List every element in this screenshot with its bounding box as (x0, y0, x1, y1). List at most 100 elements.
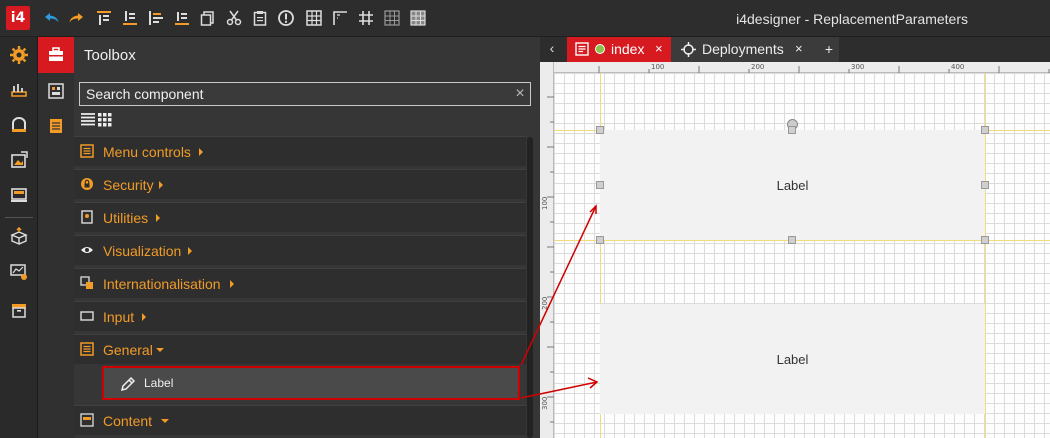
toolbox-item-label[interactable]: Label (102, 366, 520, 400)
close-icon[interactable]: × (795, 41, 803, 56)
device-icon[interactable] (7, 183, 31, 207)
component-label-text: Label (776, 177, 809, 193)
archive-icon[interactable] (7, 298, 31, 322)
resize-handle[interactable] (596, 181, 604, 189)
resize-handle[interactable] (788, 236, 796, 244)
category-label: Input (103, 309, 135, 325)
grid-icon[interactable] (304, 8, 324, 28)
canvas-label-component[interactable]: Label (600, 130, 985, 240)
ruler-left-label: 200 (541, 297, 549, 310)
language-icon (79, 275, 95, 291)
layout-icon[interactable] (44, 79, 68, 103)
cut-icon[interactable] (224, 8, 244, 28)
snap-icon[interactable] (330, 8, 350, 28)
gear-icon[interactable] (7, 43, 31, 67)
grid-dots-icon[interactable] (382, 8, 402, 28)
page-icon (575, 42, 589, 56)
ruler-top-label: 200 (751, 63, 764, 71)
tab-index[interactable]: index × (567, 37, 671, 62)
close-icon[interactable]: × (655, 41, 663, 56)
resize-handle[interactable] (981, 126, 989, 134)
add-tab-button[interactable]: + (819, 37, 839, 62)
document-tabs: ‹ index × Deployments × + (540, 37, 1050, 62)
category-content[interactable]: Content (74, 405, 526, 435)
toolbox-title: Toolbox (84, 47, 136, 64)
copy-icon[interactable] (198, 8, 218, 28)
image-export-icon[interactable] (7, 148, 31, 172)
main-sidebar (0, 37, 38, 438)
ruler-top-label: 100 (651, 63, 664, 71)
tab-label: Deployments (702, 41, 784, 57)
content-icon (79, 412, 95, 428)
category-visualization[interactable]: Visualization (74, 235, 526, 265)
input-icon (79, 308, 95, 324)
sidebar-divider (5, 217, 33, 218)
resize-handle[interactable] (981, 236, 989, 244)
category-label: Menu controls (103, 144, 191, 160)
monitor-settings-icon[interactable] (7, 260, 31, 284)
grid-view-icon[interactable] (98, 113, 112, 127)
redo-icon[interactable] (66, 8, 86, 28)
category-general[interactable]: General (74, 334, 526, 364)
caret-right-icon (159, 181, 163, 189)
resize-handle[interactable] (788, 126, 796, 134)
tab-deployments[interactable]: Deployments × (671, 37, 819, 62)
general-icon (79, 341, 95, 357)
paste-icon[interactable] (250, 8, 270, 28)
app-logo: i4 (6, 6, 30, 30)
toolbox-scrollbar[interactable] (527, 137, 533, 438)
utilities-icon (79, 209, 95, 225)
align-top-icon[interactable] (94, 8, 114, 28)
align-bottom-icon[interactable] (146, 8, 166, 28)
category-label: Visualization (103, 243, 182, 259)
info-icon[interactable] (276, 8, 296, 28)
category-menu-controls[interactable]: Menu controls (74, 136, 526, 166)
designer-area: ‹ index × Deployments × + 100 200 300 40… (540, 37, 1050, 438)
search-input[interactable]: Search component (79, 82, 531, 106)
component-label-text: Label (776, 351, 809, 367)
ruler-top: 100 200 300 400 (554, 62, 1050, 73)
menu-controls-icon (79, 143, 95, 159)
align-middle-icon[interactable] (120, 8, 140, 28)
undo-icon[interactable] (42, 8, 62, 28)
caret-right-icon (142, 313, 146, 321)
resize-handle[interactable] (981, 181, 989, 189)
ruler-left-ticks: 100 200 300 (541, 96, 554, 423)
category-label: Content (103, 413, 153, 429)
resize-handle[interactable] (596, 236, 604, 244)
grid-lines-icon[interactable] (356, 8, 376, 28)
toolbox-panel: Toolbox Search component × Menu controls… (74, 37, 540, 438)
app-window: i4 i4designer - ReplacementParameters To… (0, 0, 1050, 438)
lock-icon (79, 176, 95, 192)
category-utilities[interactable]: Utilities (74, 202, 526, 232)
category-label: Security (103, 177, 154, 193)
category-security[interactable]: Security (74, 169, 526, 199)
package-upload-icon[interactable] (7, 225, 31, 249)
document-icon[interactable] (44, 114, 68, 138)
magnet-icon[interactable] (7, 113, 31, 137)
category-input[interactable]: Input (74, 301, 526, 331)
grid-fill-icon[interactable] (408, 8, 428, 28)
caret-down-icon (156, 348, 164, 352)
caret-right-icon (156, 214, 160, 222)
caret-right-icon (230, 280, 234, 288)
clear-search-icon[interactable]: × (512, 85, 528, 103)
window-title: i4designer - ReplacementParameters (736, 11, 968, 27)
pencil-icon (120, 376, 136, 392)
ruler-left-label: 100 (541, 197, 549, 210)
toolbox-sidebar (38, 37, 74, 438)
caret-down-icon (161, 419, 169, 423)
tabs-back-icon[interactable]: ‹ (544, 40, 560, 56)
design-canvas[interactable]: 100 200 300 400 100 200 300 Label Label (540, 62, 1050, 438)
category-label: Utilities (103, 210, 149, 226)
toolbox-tab[interactable] (38, 37, 74, 73)
canvas-label-component[interactable]: Label (600, 304, 985, 414)
caret-right-icon (199, 148, 203, 156)
list-view-icon[interactable] (81, 113, 95, 127)
distribute-icon[interactable] (172, 8, 192, 28)
eye-icon (79, 242, 95, 258)
category-label: General (103, 342, 153, 358)
resize-handle[interactable] (596, 126, 604, 134)
category-internationalisation[interactable]: Internationalisation (74, 268, 526, 298)
dashboard-icon[interactable] (7, 78, 31, 102)
